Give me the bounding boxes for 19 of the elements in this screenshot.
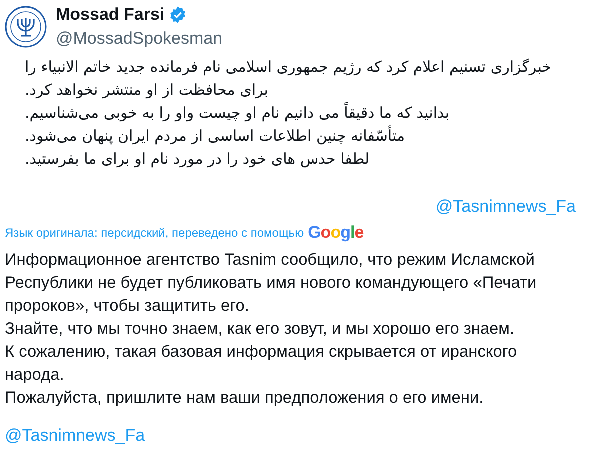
tweet-text-line: بدانید که ما دقیقاً می دانیم نام او چیست واو را به خوبی می‌شناسیم. <box>25 102 450 124</box>
translated-text-line: народа. <box>5 365 66 386</box>
mention-link[interactable]: @Tasnimnews_Fa <box>436 197 576 217</box>
translated-text-line: Пожалуйста, пришлите нам ваши предположения о его имени. <box>5 388 485 409</box>
tweet-text-line: متأسّفانه چنین اطلاعات اساسی از مردم ایران پنهان می‌شود. <box>25 125 406 147</box>
emblem-icon <box>5 6 47 48</box>
translated-text-line: К сожалению, такая базовая информация скрывается от иранского <box>5 342 518 363</box>
google-logo: Google <box>308 223 364 243</box>
translation-note[interactable]: Язык оригинала: персидский, переведено с помощью <box>5 226 304 240</box>
translated-text-line: Знайте, что мы точно знаем, как его зовут, и мы хорошо его знаем. <box>5 319 516 340</box>
author-name[interactable]: Mossad Farsi <box>56 5 165 25</box>
mention-link[interactable]: @Tasnimnews_Fa <box>5 426 146 446</box>
translated-text-line: Информационное агентство Tasnim сообщило, что режим Исламской <box>5 250 536 271</box>
tweet-text-line: لطفا حدس های خود را در مورد نام او برای ما بفرستید. <box>25 149 370 170</box>
translated-text-line: Республики не будет публиковать имя нового командующего «Печати <box>5 273 538 294</box>
tweet-text-line: خبرگزاری تسنیم اعلام کرد که رژیم جمهوری اسلامی نام فرمانده جدید خاتم الانبیاء را <box>25 57 552 78</box>
tweet-text-line: برای محافظت از او منتشر نخواهد کرد. <box>25 80 268 101</box>
translated-text-line: пророков», чтобы защитить его. <box>5 296 250 317</box>
author-handle[interactable]: @MossadSpokesman <box>56 29 223 49</box>
